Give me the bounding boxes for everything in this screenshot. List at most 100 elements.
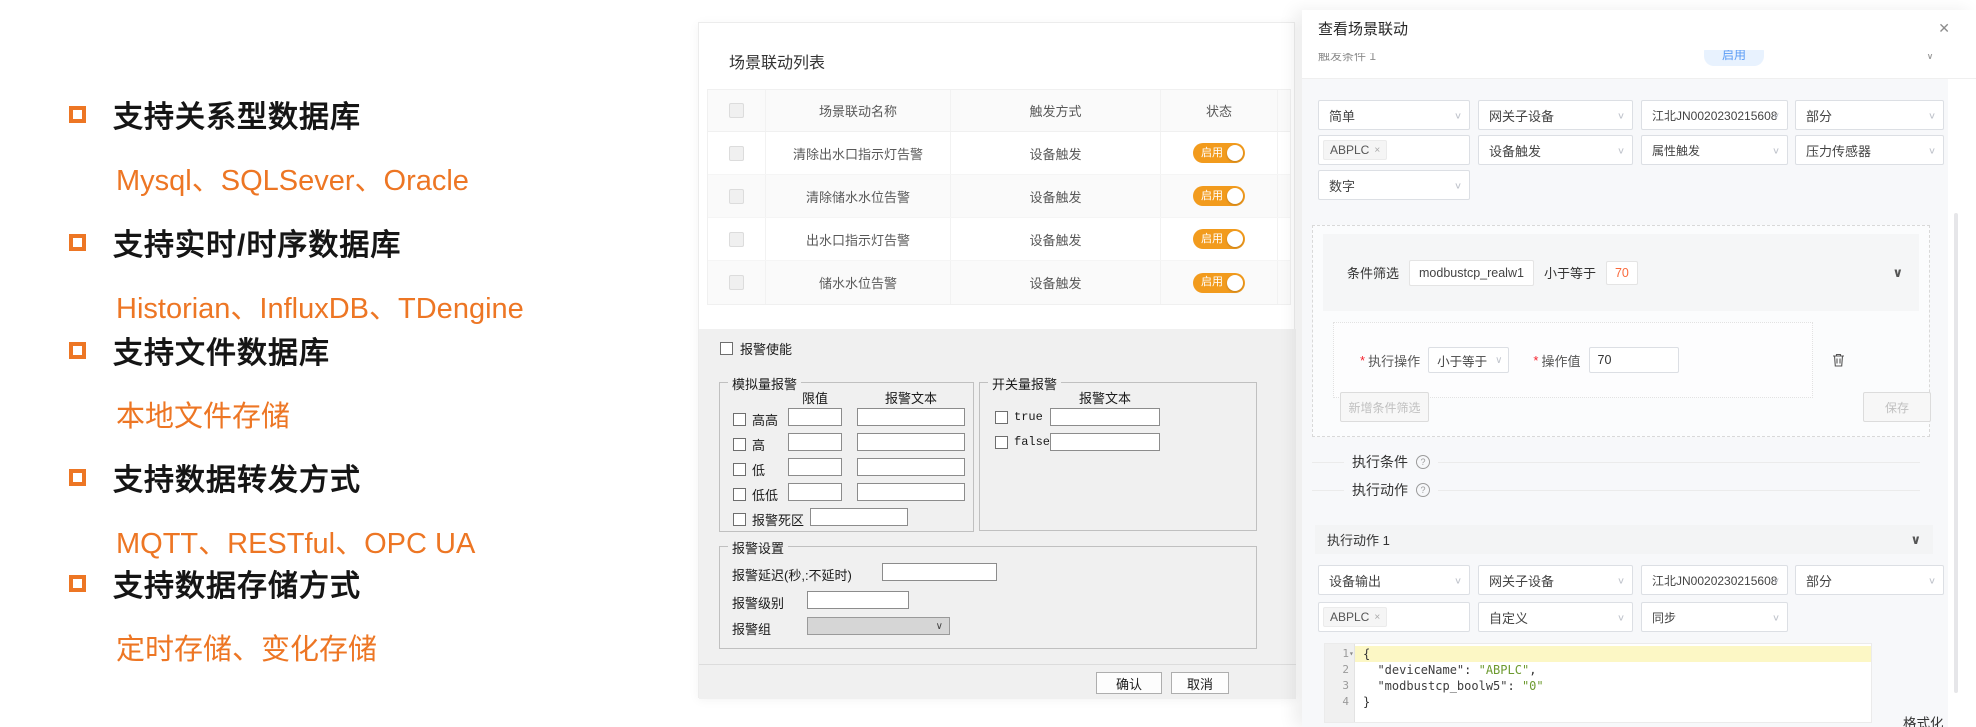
limit-input[interactable] [788,483,842,501]
filter-operator: 小于等于 [1544,263,1596,282]
row-checkbox[interactable] [729,275,744,290]
delete-condition-icon[interactable] [1831,352,1846,373]
bullet-square-icon [69,342,86,359]
feature-heading: 支持实时/时序数据库 [113,220,401,264]
level-checkbox[interactable] [733,413,746,426]
data-type-select[interactable]: 数字 ∨ [1318,170,1470,200]
alarm-text-input[interactable] [857,458,965,476]
false-checkbox[interactable] [995,436,1008,449]
json-code-editor[interactable]: 1 ▾ { 2 "deviceName": "ABPLC", 3 "modbus… [1324,643,1872,723]
chevron-down-icon: ∨ [936,621,943,632]
trigger-type: 设备触发 [951,218,1161,260]
select-all-checkbox[interactable] [729,103,744,118]
scrollbar-thumb[interactable] [1954,213,1958,693]
operand-value-input[interactable] [1589,347,1679,373]
add-filter-button[interactable]: 新增条件筛选 [1340,392,1429,422]
condition-summary-bar[interactable]: 条件筛选 modbustcp_realw1 小于等于 70 ∨ [1323,234,1919,311]
chevron-down-icon: ∨ [1772,145,1780,155]
row-checkbox[interactable] [729,146,744,161]
device-multiselect[interactable]: ABPLC × [1318,135,1470,165]
true-alarm-text-input[interactable] [1050,408,1160,426]
tag-close-icon[interactable]: × [1374,145,1380,156]
condition-filter-container: 条件筛选 modbustcp_realw1 小于等于 70 ∨ * 执行操作 小… [1312,225,1930,437]
level-label: 高高 [752,410,778,429]
device-category-select[interactable]: 网关子设备 ∨ [1478,565,1633,595]
gateway-select[interactable]: 江北JN0020230215608 ∨ [1641,100,1788,130]
scene-name: 储水水位告警 [766,261,951,304]
status-toggle[interactable]: 启用 [1193,229,1245,249]
save-button[interactable]: 保存 [1863,392,1931,422]
bullet-square-icon [69,575,86,592]
alarm-level-input[interactable] [807,591,909,609]
true-checkbox[interactable] [995,411,1008,424]
clipped-chevron-icon[interactable]: ∨ [1926,54,1940,63]
switch-alarm-group: 开关量报警 报警文本 true false [979,382,1257,531]
attribute-trigger-select[interactable]: 属性触发 ∨ [1641,135,1788,165]
operator-select[interactable]: 小于等于 ∨ [1428,347,1509,373]
deadband-checkbox[interactable] [733,513,746,526]
limit-input[interactable] [788,408,842,426]
alarm-group-label: 报警组 [732,619,771,638]
chevron-down-icon: ∨ [1454,575,1462,585]
help-icon[interactable]: ? [1416,455,1430,469]
row-checkbox[interactable] [729,189,744,204]
alarm-delay-input[interactable] [882,563,997,581]
tag-close-icon[interactable]: × [1374,612,1380,623]
scene-name: 清除出水口指示灯告警 [766,132,951,174]
level-label: 低 [752,460,765,479]
alarm-enable-field: 报警使能 [720,339,792,358]
table-row: 清除储水水位告警 设备触发 启用 [708,175,1290,218]
status-toggle[interactable]: 启用 [1193,186,1245,206]
cancel-button[interactable]: 取消 [1171,672,1229,694]
collapse-chevron-icon[interactable]: ∨ [1892,265,1903,281]
alarm-text-input[interactable] [857,483,965,501]
chevron-down-icon: ∨ [1772,575,1780,585]
level-checkbox[interactable] [733,438,746,451]
gateway-select[interactable]: 江北JN0020230215608 ∨ [1641,565,1788,595]
deadband-input[interactable] [810,508,908,526]
row-checkbox[interactable] [729,232,744,247]
confirm-button[interactable]: 确认 [1096,672,1162,694]
column-header-status: 状态 [1161,90,1278,131]
chevron-down-icon: ∨ [1454,180,1462,190]
action-header[interactable]: 执行动作 1 ∨ [1315,525,1933,554]
trigger-type-select[interactable]: 简单 ∨ [1318,100,1470,130]
level-checkbox[interactable] [733,463,746,476]
status-toggle[interactable]: 启用 [1193,273,1245,293]
collapse-chevron-icon[interactable]: ∨ [1910,532,1921,548]
scope-select[interactable]: 部分 ∨ [1795,100,1944,130]
level-checkbox[interactable] [733,488,746,501]
limit-input[interactable] [788,433,842,451]
sync-mode-select[interactable]: 同步 ∨ [1641,602,1788,632]
chevron-down-icon: ∨ [1772,110,1780,120]
action-type-select[interactable]: 设备输出 ∨ [1318,565,1470,595]
device-category-select[interactable]: 网关子设备 ∨ [1478,100,1633,130]
close-icon[interactable]: ✕ [1938,20,1950,37]
clipped-status-badge: 启用 [1704,50,1764,68]
alarm-enable-checkbox[interactable] [720,342,733,355]
chevron-down-icon: ∨ [1617,110,1625,120]
feature-item: 支持数据转发方式 MQTT、RESTful、OPC UA [69,458,629,562]
alarm-enable-label: 报警使能 [740,339,792,358]
limit-input[interactable] [788,458,842,476]
scene-linkage-list-panel: 场景联动列表 场景联动名称 触发方式 状态 清除出水口指示灯告警 设备触发 启用 [698,22,1295,698]
alarm-text-input[interactable] [857,433,965,451]
help-icon[interactable]: ? [1416,483,1430,497]
feature-detail: 本地文件存储 [116,393,629,435]
status-toggle[interactable]: 启用 [1193,143,1245,163]
scope-select[interactable]: 部分 ∨ [1795,565,1944,595]
analog-level-row: 高高 [733,410,778,429]
alarm-group-dropdown[interactable]: ∨ [807,617,950,635]
command-type-select[interactable]: 自定义 ∨ [1478,602,1633,632]
sensor-select[interactable]: 压力传感器 ∨ [1795,135,1944,165]
filter-field-tag: modbustcp_realw1 [1409,260,1534,286]
device-multiselect[interactable]: ABPLC × [1318,602,1470,632]
chevron-down-icon: ∨ [1617,575,1625,585]
trigger-mode-select[interactable]: 设备触发 ∨ [1478,135,1633,165]
false-alarm-text-input[interactable] [1050,433,1160,451]
switch-option-row: false [995,435,1050,449]
format-button[interactable]: 格式化 [1903,712,1944,727]
alarm-text-input[interactable] [857,408,965,426]
feature-detail: MQTT、RESTful、OPC UA [116,520,629,562]
fold-caret-icon[interactable]: ▾ [1349,646,1357,662]
